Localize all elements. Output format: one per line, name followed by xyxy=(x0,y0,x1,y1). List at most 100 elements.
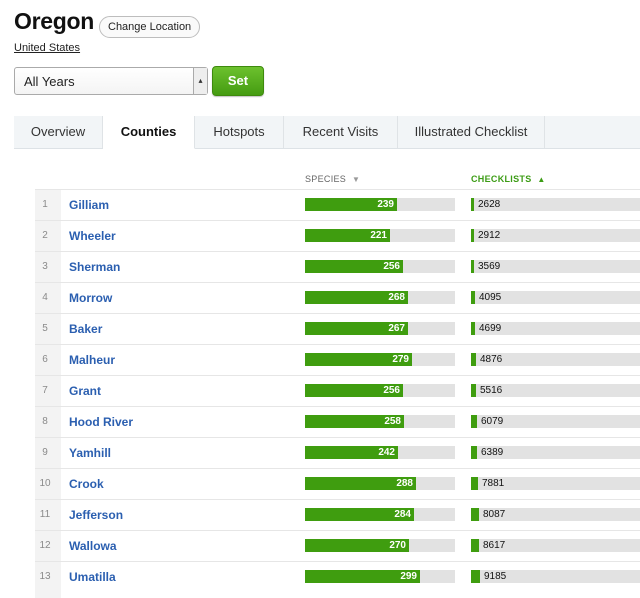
species-bar-fill: 256 xyxy=(305,260,403,273)
table-row: 1 Gilliam 239 2628 xyxy=(35,189,640,221)
species-bar-fill: 267 xyxy=(305,322,408,335)
set-button[interactable]: Set xyxy=(212,66,264,96)
change-location-button[interactable]: Change Location xyxy=(99,16,201,38)
row-rank: 10 xyxy=(39,478,51,489)
species-count: 242 xyxy=(378,447,395,458)
county-link[interactable]: Gilliam xyxy=(69,198,109,212)
county-link[interactable]: Umatilla xyxy=(69,570,116,584)
row-rank: 7 xyxy=(42,385,48,396)
species-bar: 242 xyxy=(305,446,455,459)
county-link[interactable]: Crook xyxy=(69,477,104,491)
checklists-count: 2628 xyxy=(478,199,501,210)
species-bar-fill: 268 xyxy=(305,291,408,304)
species-bar-fill: 256 xyxy=(305,384,403,397)
table-row: 7 Grant 256 5516 xyxy=(35,375,640,407)
checklists-column-header[interactable]: CHECKLISTS ▲ xyxy=(471,174,546,184)
checklists-count: 2912 xyxy=(478,230,501,241)
county-link[interactable]: Baker xyxy=(69,322,102,336)
species-bar: 284 xyxy=(305,508,455,521)
checklists-bar-fill xyxy=(471,229,474,242)
tab-counties[interactable]: Counties xyxy=(103,116,195,149)
species-bar: 299 xyxy=(305,570,455,583)
checklists-count: 8617 xyxy=(483,540,506,551)
table-row: 8 Hood River 258 6079 xyxy=(35,406,640,438)
row-rank: 8 xyxy=(42,416,48,427)
checklists-bar: 2912 xyxy=(471,229,640,242)
county-link[interactable]: Sherman xyxy=(69,260,120,274)
county-link[interactable]: Wallowa xyxy=(69,539,117,553)
country-link[interactable]: United States xyxy=(14,42,80,54)
species-count: 258 xyxy=(384,416,401,427)
county-link[interactable]: Jefferson xyxy=(69,508,123,522)
species-count: 221 xyxy=(370,230,387,241)
county-link[interactable]: Morrow xyxy=(69,291,112,305)
species-bar: 258 xyxy=(305,415,455,428)
table-row: 10 Crook 288 7881 xyxy=(35,468,640,500)
checklists-bar-fill xyxy=(471,322,475,335)
species-column-header[interactable]: SPECIES ▼ xyxy=(305,174,360,184)
table-row: 13 Umatilla 299 9185 xyxy=(35,561,640,593)
species-count: 279 xyxy=(392,354,409,365)
checklists-bar: 8087 xyxy=(471,508,640,521)
checklists-bar-fill xyxy=(471,384,476,397)
row-rank: 3 xyxy=(42,261,48,272)
species-bar: 267 xyxy=(305,322,455,335)
year-select[interactable]: All Years ▴ xyxy=(14,67,208,95)
checklists-count: 4876 xyxy=(480,354,503,365)
species-bar: 221 xyxy=(305,229,455,242)
checklists-bar: 4699 xyxy=(471,322,640,335)
checklists-bar: 2628 xyxy=(471,198,640,211)
county-link[interactable]: Hood River xyxy=(69,415,133,429)
table-row: 6 Malheur 279 4876 xyxy=(35,344,640,376)
row-rank: 2 xyxy=(42,230,48,241)
county-link[interactable]: Malheur xyxy=(69,353,115,367)
species-bar-fill: 270 xyxy=(305,539,409,552)
checklists-count: 4095 xyxy=(479,292,502,303)
tab-recent-visits[interactable]: Recent Visits xyxy=(284,116,398,148)
checklists-count: 4699 xyxy=(479,323,502,334)
table-row: 11 Jefferson 284 8087 xyxy=(35,499,640,531)
tab-illustrated-checklist[interactable]: Illustrated Checklist xyxy=(398,116,545,148)
row-rank: 9 xyxy=(42,447,48,458)
tab-overview[interactable]: Overview xyxy=(14,116,103,148)
species-count: 299 xyxy=(400,571,417,582)
species-bar-fill: 288 xyxy=(305,477,416,490)
species-bar: 279 xyxy=(305,353,455,366)
species-bar: 256 xyxy=(305,384,455,397)
checklists-bar-fill xyxy=(471,291,475,304)
species-count: 239 xyxy=(377,199,394,210)
checklists-bar-fill xyxy=(471,415,477,428)
species-count: 256 xyxy=(383,385,400,396)
row-rank: 6 xyxy=(42,354,48,365)
year-select-value: All Years xyxy=(24,74,75,89)
species-count: 288 xyxy=(396,478,413,489)
triangle-down-icon: ▼ xyxy=(351,175,361,184)
row-rank: 13 xyxy=(39,571,51,582)
checklists-bar-fill xyxy=(471,508,479,521)
select-arrows-icon[interactable]: ▴ xyxy=(193,68,207,94)
county-link[interactable]: Yamhill xyxy=(69,446,111,460)
tab-hotspots[interactable]: Hotspots xyxy=(195,116,284,148)
species-count: 256 xyxy=(383,261,400,272)
species-count: 284 xyxy=(394,509,411,520)
table-row: 9 Yamhill 242 6389 xyxy=(35,437,640,469)
species-bar: 268 xyxy=(305,291,455,304)
table-row: 3 Sherman 256 3569 xyxy=(35,251,640,283)
species-count: 267 xyxy=(388,323,405,334)
species-bar-fill: 279 xyxy=(305,353,412,366)
row-rank: 11 xyxy=(39,509,51,520)
checklists-count: 8087 xyxy=(483,509,506,520)
row-rank: 4 xyxy=(42,292,48,303)
checklists-count: 5516 xyxy=(480,385,503,396)
county-link[interactable]: Grant xyxy=(69,384,101,398)
checklists-count: 6389 xyxy=(481,447,504,458)
checklists-bar: 4876 xyxy=(471,353,640,366)
checklists-header-label: CHECKLISTS xyxy=(471,174,532,184)
checklists-bar: 3569 xyxy=(471,260,640,273)
county-link[interactable]: Wheeler xyxy=(69,229,116,243)
species-bar: 256 xyxy=(305,260,455,273)
species-bar-fill: 299 xyxy=(305,570,420,583)
checklists-count: 7881 xyxy=(482,478,505,489)
triangle-up-icon: ▲ xyxy=(537,175,546,184)
tab-bar: Overview Counties Hotspots Recent Visits… xyxy=(14,116,640,149)
